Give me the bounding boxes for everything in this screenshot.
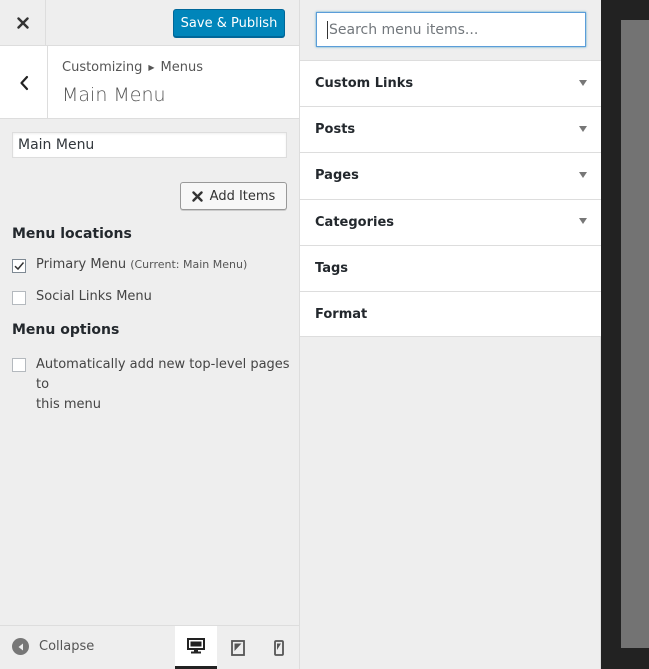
close-icon [16, 17, 29, 29]
checkmark-icon [14, 262, 25, 271]
section-posts[interactable]: Posts [300, 106, 601, 153]
section-pages-label: Pages [315, 168, 359, 184]
section-tags[interactable]: Tags [300, 244, 601, 291]
section-format-label: Format [315, 306, 368, 322]
section-header: Customizing ▶ Menus Main Menu [0, 46, 299, 119]
collapse-icon [12, 638, 29, 655]
text-caret [327, 20, 328, 39]
tablet-icon [231, 640, 245, 656]
triangle-down-icon [579, 218, 587, 225]
social-links-label: Social Links Menu [36, 289, 152, 304]
menu-options-heading: Menu options [12, 322, 120, 338]
menu-locations-heading: Menu locations [12, 226, 132, 242]
breadcrumb-separator-icon: ▶ [148, 63, 155, 72]
triangle-down-icon [579, 171, 587, 178]
breadcrumb-current: Menus [160, 60, 203, 75]
location-social-row[interactable]: Social Links Menu [12, 289, 152, 305]
save-publish-button[interactable]: Save & Publish [173, 9, 285, 37]
triangle-down-icon [579, 79, 587, 86]
close-customizer-button[interactable] [0, 0, 46, 46]
auto-add-row[interactable]: Automatically add new top-level pages to… [12, 355, 299, 415]
primary-menu-note: (Current: Main Menu) [130, 258, 248, 271]
preview-desktop-button[interactable] [175, 626, 217, 669]
section-format[interactable]: Format [300, 290, 601, 338]
customizer-footer: Collapse [0, 625, 299, 669]
auto-add-line-2: this menu [36, 397, 101, 412]
section-custom-links[interactable]: Custom Links [300, 60, 601, 107]
menu-items-search-area: Search menu items... [300, 0, 601, 60]
preview-tablet-button[interactable] [217, 626, 259, 669]
search-menu-items-input[interactable]: Search menu items... [316, 12, 586, 47]
section-custom-links-label: Custom Links [315, 76, 414, 92]
preview-mobile-button[interactable] [258, 626, 300, 669]
primary-menu-label: Primary Menu (Current: Main Menu) [36, 257, 247, 272]
section-tags-label: Tags [315, 260, 349, 276]
available-sections-list: Custom Links Posts Pages Categories Tags… [300, 60, 601, 338]
collapse-button[interactable]: Collapse [12, 638, 94, 655]
section-categories[interactable]: Categories [300, 198, 601, 245]
desktop-icon [187, 638, 205, 654]
site-preview [601, 0, 649, 669]
section-posts-label: Posts [315, 122, 356, 138]
section-pages[interactable]: Pages [300, 152, 601, 199]
mobile-icon [274, 640, 284, 656]
collapse-label: Collapse [39, 639, 95, 654]
section-categories-label: Categories [315, 214, 395, 230]
location-primary-row[interactable]: Primary Menu (Current: Main Menu) [12, 257, 247, 273]
menu-name-input[interactable]: Main Menu [12, 132, 287, 158]
site-preview-frame[interactable] [621, 20, 649, 648]
add-items-button[interactable]: Add Items [180, 182, 287, 210]
auto-add-line-1: Automatically add new top-level pages to [36, 357, 290, 392]
triangle-down-icon [579, 125, 587, 132]
social-links-checkbox[interactable] [12, 291, 26, 305]
primary-menu-text: Primary Menu [36, 257, 127, 272]
customizer-topbar: Save & Publish [0, 0, 299, 46]
primary-menu-checkbox[interactable] [12, 259, 26, 273]
breadcrumb: Customizing ▶ Menus [62, 60, 203, 75]
search-placeholder: Search menu items... [329, 21, 479, 38]
add-items-label: Add Items [209, 188, 276, 204]
page-title: Main Menu [62, 84, 166, 106]
available-menu-items-panel: Search menu items... Custom Links Posts … [300, 0, 601, 669]
auto-add-checkbox[interactable] [12, 358, 26, 372]
back-button[interactable] [0, 46, 48, 119]
auto-add-label: Automatically add new top-level pages to… [36, 355, 299, 415]
customizer-panel: Save & Publish Customizing ▶ Menus Main … [0, 0, 300, 669]
chevron-left-icon [19, 75, 28, 90]
close-icon [191, 190, 203, 202]
breadcrumb-root: Customizing [62, 60, 143, 75]
